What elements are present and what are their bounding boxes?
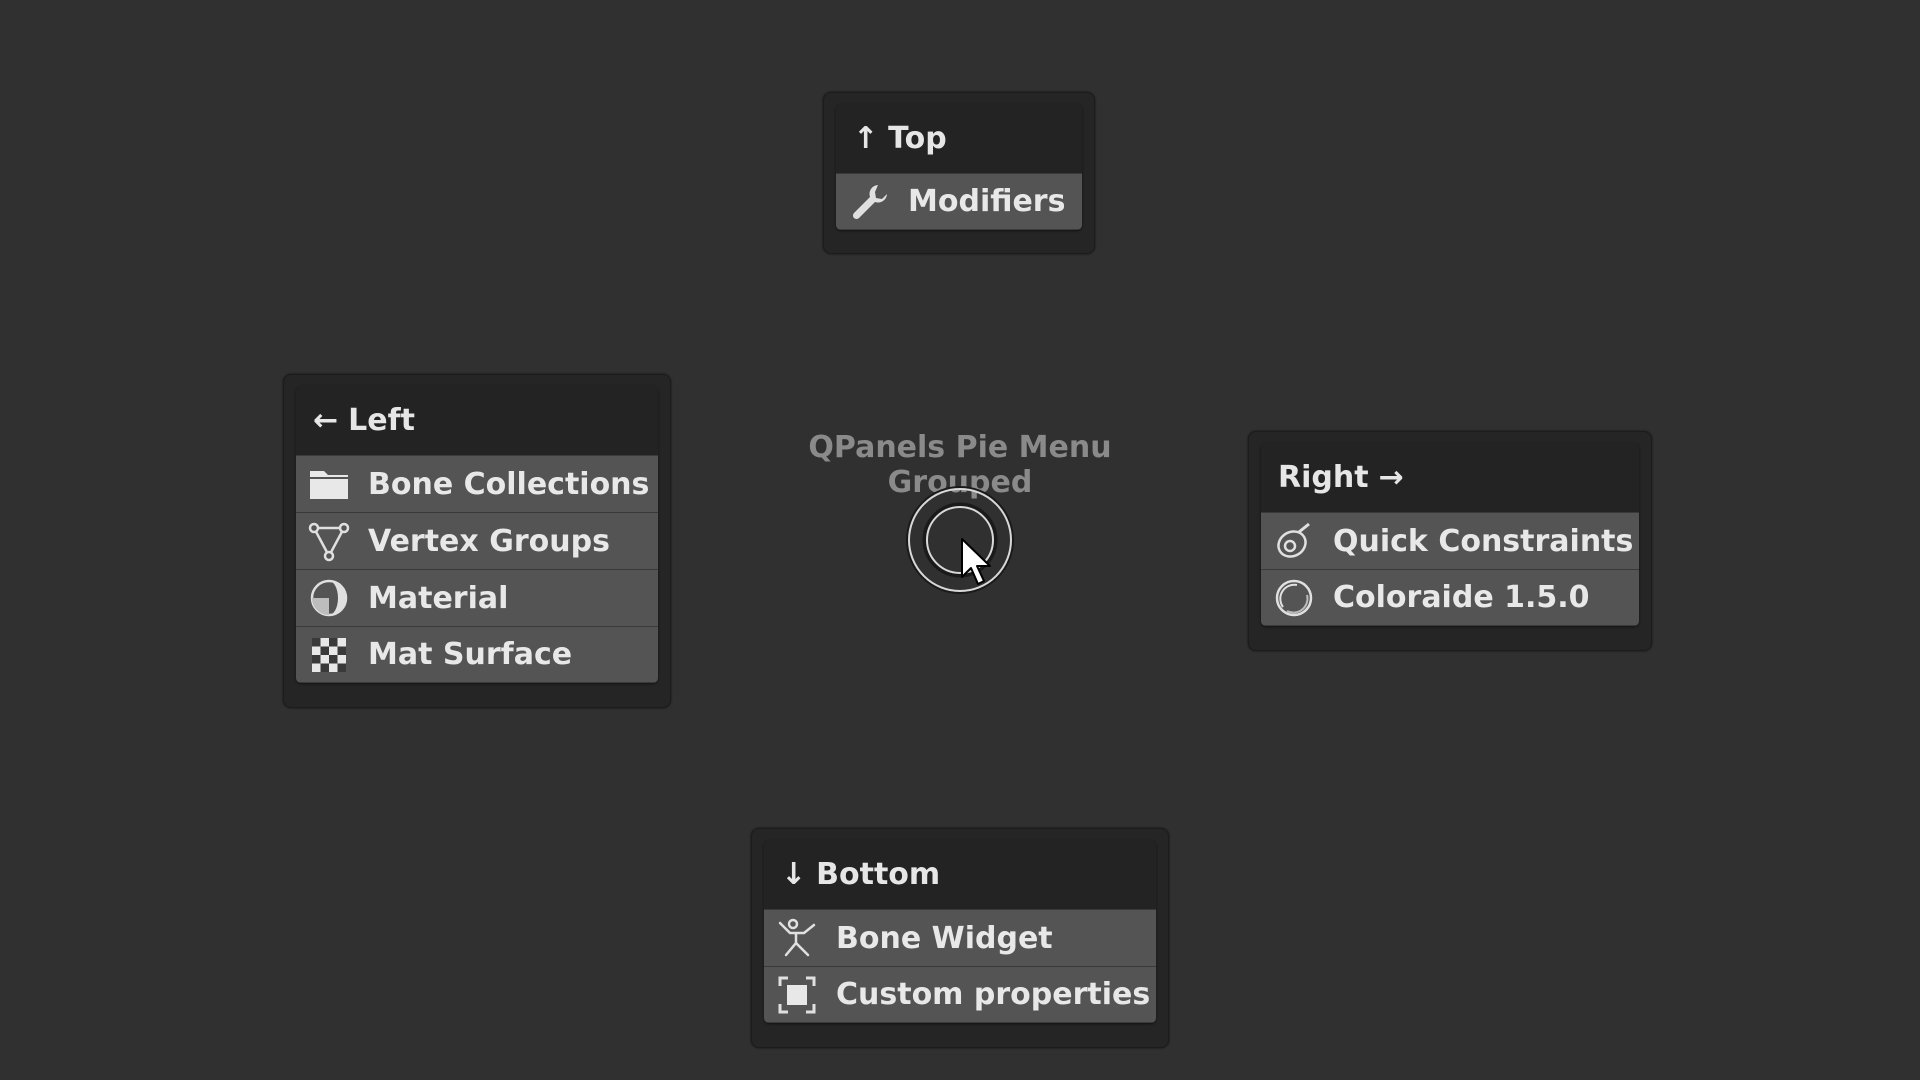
material-sphere-icon xyxy=(308,577,350,619)
constraint-icon xyxy=(1273,520,1315,562)
arrow-right-icon: → xyxy=(1378,460,1404,495)
right-panel-header: Right → xyxy=(1261,443,1639,512)
top-panel-inner: ↑ Top Modifiers xyxy=(836,104,1082,230)
menu-item-vertex-groups[interactable]: Vertex Groups xyxy=(296,512,658,569)
arrow-down-icon: ↓ xyxy=(781,857,807,892)
menu-item-modifiers[interactable]: Modifiers xyxy=(836,173,1082,230)
menu-item-label: Material xyxy=(368,580,509,616)
wrench-icon xyxy=(848,181,890,223)
checker-icon xyxy=(308,634,350,676)
menu-item-quick-constraints[interactable]: Quick Constraints xyxy=(1261,512,1639,569)
menu-item-label: Custom properties xyxy=(836,977,1151,1012)
bottom-panel: ↓ Bottom Bone Widget Custom properties xyxy=(751,828,1169,1048)
folder-icon xyxy=(308,463,350,505)
menu-item-bone-collections[interactable]: Bone Collections xyxy=(296,455,658,512)
arrow-left-icon: ← xyxy=(313,403,339,438)
bottom-panel-header: ↓ Bottom xyxy=(764,840,1156,909)
left-panel-title: Left xyxy=(348,403,415,438)
vertex-groups-icon xyxy=(308,520,350,562)
menu-item-bone-widget[interactable]: Bone Widget xyxy=(764,909,1156,966)
top-panel: ↑ Top Modifiers xyxy=(823,92,1095,254)
menu-item-label: Bone Widget xyxy=(836,920,1053,956)
custom-properties-icon xyxy=(776,974,818,1016)
top-panel-title: Top xyxy=(888,121,947,156)
bottom-panel-title: Bottom xyxy=(816,857,941,892)
right-panel: Right → Quick Constraints Coloraide 1.5.… xyxy=(1248,431,1652,651)
menu-item-label: Coloraide 1.5.0 xyxy=(1333,580,1590,615)
bottom-panel-inner: ↓ Bottom Bone Widget Custom properties xyxy=(764,840,1156,1023)
right-panel-inner: Right → Quick Constraints Coloraide 1.5.… xyxy=(1261,443,1639,626)
menu-item-label: Modifiers xyxy=(908,184,1066,219)
menu-item-label: Bone Collections xyxy=(368,466,650,502)
top-panel-header: ↑ Top xyxy=(836,104,1082,173)
mouse-cursor-icon xyxy=(961,538,991,585)
arrow-up-icon: ↑ xyxy=(853,121,879,156)
left-panel-header: ← Left xyxy=(296,386,658,455)
menu-item-label: Vertex Groups xyxy=(368,523,610,559)
menu-item-label: Quick Constraints xyxy=(1333,523,1634,559)
menu-item-material[interactable]: Material xyxy=(296,569,658,626)
menu-item-coloraide[interactable]: Coloraide 1.5.0 xyxy=(1261,569,1639,626)
left-panel: ← Left Bone Collections Vertex Groups Ma… xyxy=(283,374,671,708)
menu-item-custom-properties[interactable]: Custom properties xyxy=(764,966,1156,1023)
right-panel-title: Right xyxy=(1278,460,1369,495)
menu-item-mat-surface[interactable]: Mat Surface xyxy=(296,626,658,683)
color-sphere-icon xyxy=(1273,577,1315,619)
menu-item-label: Mat Surface xyxy=(368,637,573,672)
left-panel-inner: ← Left Bone Collections Vertex Groups Ma… xyxy=(296,386,658,683)
pose-figure-icon xyxy=(776,917,818,959)
